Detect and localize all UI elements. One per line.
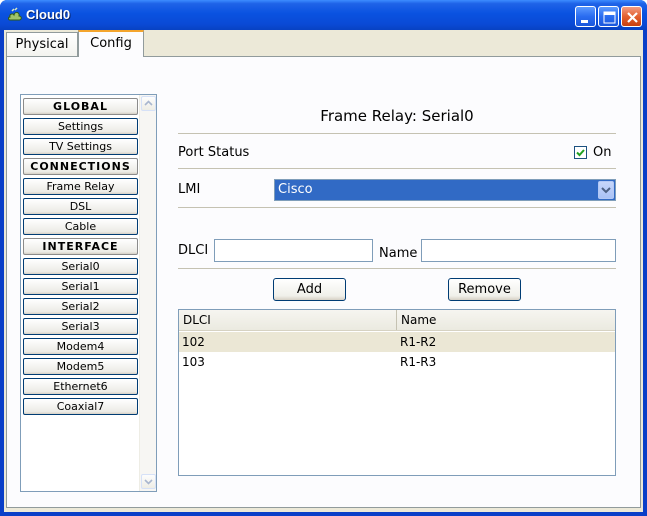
sidebar-item-cable[interactable]: Cable: [23, 218, 138, 235]
table-row[interactable]: 103 R1-R3: [179, 352, 615, 372]
minimize-icon: [581, 20, 588, 23]
tab-config-label: Config: [90, 36, 132, 51]
dlci-input[interactable]: [214, 239, 373, 262]
table-row[interactable]: 102 R1-R2: [179, 332, 615, 352]
port-status-label: Port Status: [178, 145, 250, 160]
close-icon: [627, 12, 638, 23]
minimize-button[interactable]: [575, 6, 596, 27]
maximize-icon: [603, 11, 616, 24]
sidebar-header-global: GLOBAL: [23, 98, 138, 115]
divider: [178, 268, 616, 269]
config-sidebar-list[interactable]: GLOBAL Settings TV Settings CONNECTIONS …: [20, 94, 157, 492]
sidebar-item-serial1[interactable]: Serial1: [23, 278, 138, 295]
config-tab-panel: GLOBAL Settings TV Settings CONNECTIONS …: [6, 56, 641, 508]
sidebar-item-modem4[interactable]: Modem4: [23, 338, 138, 355]
sidebar-item-frame-relay[interactable]: Frame Relay: [23, 178, 138, 195]
sidebar-item-serial3[interactable]: Serial3: [23, 318, 138, 335]
table-cell-dlci: 103: [182, 355, 205, 369]
port-status-checkbox[interactable]: [574, 146, 587, 159]
lmi-select[interactable]: Cisco: [274, 179, 616, 201]
checkmark-icon: [576, 149, 585, 157]
name-label: Name: [379, 246, 418, 261]
column-header-name[interactable]: Name: [397, 310, 615, 330]
dlci-table[interactable]: DLCI Name 102 R1-R2 103 R1-R3: [178, 309, 616, 476]
divider: [178, 207, 616, 208]
table-cell-name: R1-R2: [400, 335, 437, 349]
page-title: Frame Relay: Serial0: [320, 107, 474, 125]
sidebar-item-serial0[interactable]: Serial0: [23, 258, 138, 275]
divider: [178, 168, 616, 169]
tab-physical-label: Physical: [15, 37, 69, 52]
sidebar-item-settings[interactable]: Settings: [23, 118, 138, 135]
table-cell-dlci: 102: [182, 335, 205, 349]
window-client-area: Physical Config GLOBAL Settings TV Setti…: [4, 30, 643, 512]
application-window: Cloud0 Physical Config GLOBAL Settings T…: [0, 0, 647, 516]
maximize-button[interactable]: [598, 6, 619, 27]
scroll-up-button[interactable]: [141, 96, 156, 111]
divider: [178, 133, 616, 134]
remove-button[interactable]: Remove: [448, 278, 521, 301]
chevron-down-icon: [601, 187, 611, 194]
sidebar-header-connections: CONNECTIONS: [23, 158, 138, 175]
window-bottom-border: [0, 512, 647, 516]
table-cell-name: R1-R3: [400, 355, 437, 369]
scroll-down-button[interactable]: [141, 474, 156, 489]
port-status-on-label: On: [593, 145, 612, 160]
sidebar-item-ethernet6[interactable]: Ethernet6: [23, 378, 138, 395]
dlci-label: DLCI: [178, 243, 209, 258]
chevron-down-icon: [144, 479, 153, 485]
sidebar-scrollbar[interactable]: [139, 95, 156, 491]
sidebar-item-modem5[interactable]: Modem5: [23, 358, 138, 375]
sidebar-header-interface: INTERFACE: [23, 238, 138, 255]
sidebar-item-dsl[interactable]: DSL: [23, 198, 138, 215]
sidebar-item-tv-settings[interactable]: TV Settings: [23, 138, 138, 155]
lmi-selected-value: Cisco: [278, 182, 313, 197]
add-button[interactable]: Add: [273, 278, 346, 301]
name-input[interactable]: [421, 239, 616, 262]
tab-config[interactable]: Config: [78, 30, 144, 57]
lmi-label: LMI: [178, 182, 201, 197]
title-bar[interactable]: Cloud0: [0, 0, 647, 30]
column-header-dlci[interactable]: DLCI: [179, 310, 397, 330]
cloud-app-icon: [8, 7, 22, 21]
sidebar-item-serial2[interactable]: Serial2: [23, 298, 138, 315]
window-title: Cloud0: [26, 7, 71, 22]
chevron-up-icon: [144, 100, 153, 106]
tab-physical[interactable]: Physical: [6, 32, 78, 56]
lmi-dropdown-button[interactable]: [598, 181, 614, 199]
table-header: DLCI Name: [179, 310, 615, 331]
sidebar-item-coaxial7[interactable]: Coaxial7: [23, 398, 138, 415]
close-button[interactable]: [621, 6, 642, 27]
